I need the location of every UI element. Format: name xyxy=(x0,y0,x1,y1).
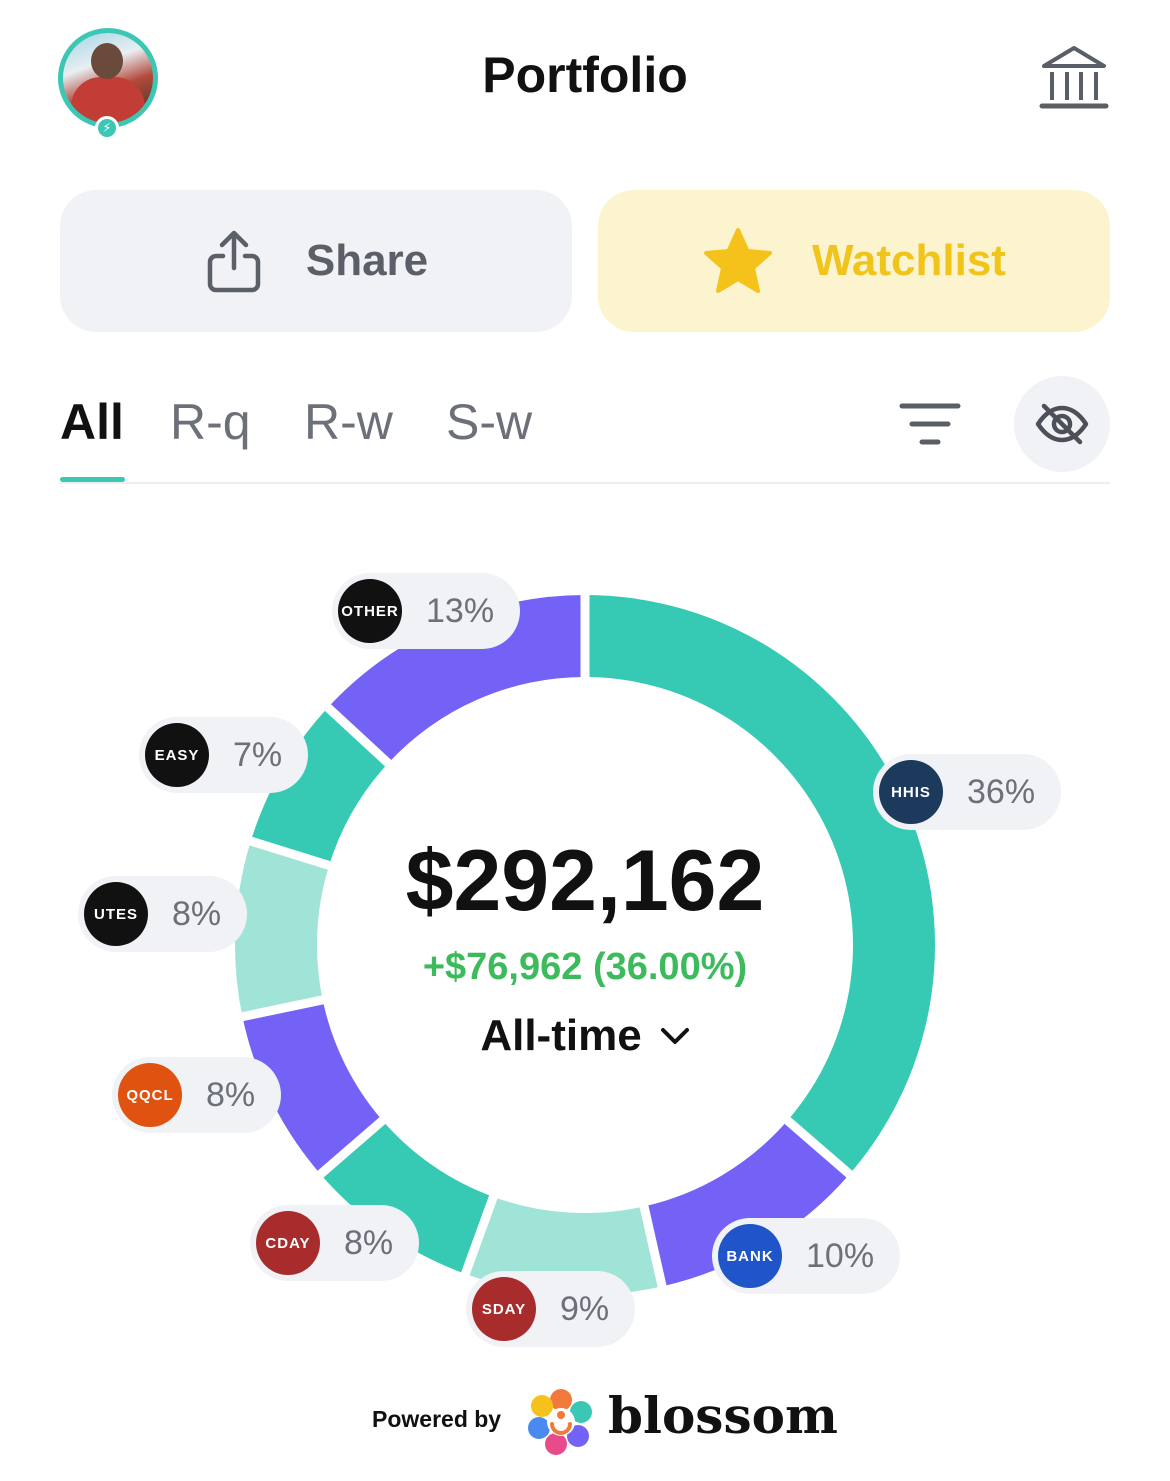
avatar-image xyxy=(63,33,153,123)
watchlist-label: Watchlist xyxy=(812,236,1006,285)
portfolio-total-value: $292,162 xyxy=(405,833,765,929)
bank-icon[interactable] xyxy=(1038,42,1110,114)
tab-all[interactable]: All xyxy=(60,393,124,451)
avatar-figure-head xyxy=(91,43,123,79)
ticker-badge: EASY xyxy=(145,723,209,787)
holding-percent: 13% xyxy=(426,591,495,630)
holding-percent: 8% xyxy=(172,894,222,933)
holding-pill-utes[interactable]: UTES 8% xyxy=(78,876,248,952)
filter-icon[interactable] xyxy=(898,400,962,450)
tab-r-w[interactable]: R-w xyxy=(304,393,393,451)
holding-pill-qqcl[interactable]: QQCL 8% xyxy=(112,1057,282,1133)
share-button[interactable]: Share xyxy=(60,190,572,332)
page-title: Portfolio xyxy=(482,47,688,103)
tab-r-q[interactable]: R-q xyxy=(170,393,251,451)
donut-slice-utes[interactable] xyxy=(235,841,330,1017)
ticker-badge: OTHER xyxy=(338,579,402,643)
holding-percent: 36% xyxy=(967,772,1036,811)
ticker-badge: BANK xyxy=(718,1224,782,1288)
share-icon xyxy=(207,230,261,293)
star-icon xyxy=(704,228,773,293)
lightning-icon: ⚡ xyxy=(95,116,119,140)
holding-percent: 9% xyxy=(560,1289,610,1328)
blossom-wordmark: blossom xyxy=(608,1386,838,1445)
tab-s-w[interactable]: S-w xyxy=(446,393,532,451)
holding-percent: 8% xyxy=(206,1075,256,1114)
watchlist-button[interactable]: Watchlist xyxy=(598,190,1110,332)
ticker-badge: QQCL xyxy=(118,1063,182,1127)
time-range-label: All-time xyxy=(480,1011,642,1060)
holding-percent: 10% xyxy=(806,1236,875,1275)
time-range-selector[interactable]: All-time xyxy=(435,1006,735,1066)
holding-percent: 8% xyxy=(344,1223,394,1262)
holding-pill-bank[interactable]: BANK 10% xyxy=(712,1218,901,1294)
ticker-badge: UTES xyxy=(84,882,148,946)
privacy-toggle-button[interactable] xyxy=(1014,376,1110,472)
tabs-divider xyxy=(60,482,1110,484)
holding-pill-cday[interactable]: CDAY 8% xyxy=(250,1205,420,1281)
holding-percent: 7% xyxy=(233,735,283,774)
ticker-badge: SDAY xyxy=(472,1277,536,1341)
ticker-badge: HHIS xyxy=(879,760,943,824)
holding-pill-hhis[interactable]: HHIS 36% xyxy=(873,754,1062,830)
ticker-badge: CDAY xyxy=(256,1211,320,1275)
holding-pill-other[interactable]: OTHER 13% xyxy=(332,573,521,649)
holding-pill-sday[interactable]: SDAY 9% xyxy=(466,1271,636,1347)
blossom-logo-icon xyxy=(528,1389,592,1455)
holding-pill-easy[interactable]: EASY 7% xyxy=(139,717,309,793)
chevron-down-icon xyxy=(660,1028,689,1044)
powered-by-label: Powered by xyxy=(372,1406,502,1432)
eye-off-icon xyxy=(1035,403,1089,445)
share-label: Share xyxy=(305,236,429,285)
active-tab-indicator xyxy=(60,477,125,482)
portfolio-gain: +$76,962 (36.00%) xyxy=(422,946,748,988)
avatar[interactable] xyxy=(58,28,158,128)
